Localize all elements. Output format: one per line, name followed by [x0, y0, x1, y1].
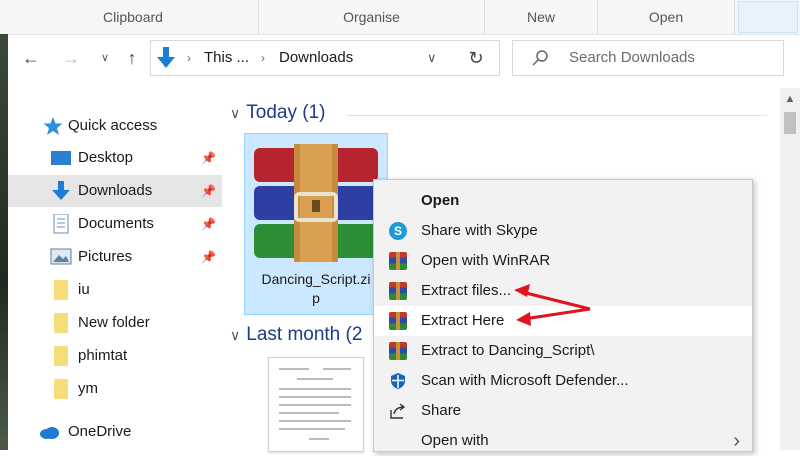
- annotation-arrows: [514, 284, 591, 326]
- annotation-arrow-icon: [516, 307, 591, 326]
- annotation-arrow-icon: [514, 284, 591, 311]
